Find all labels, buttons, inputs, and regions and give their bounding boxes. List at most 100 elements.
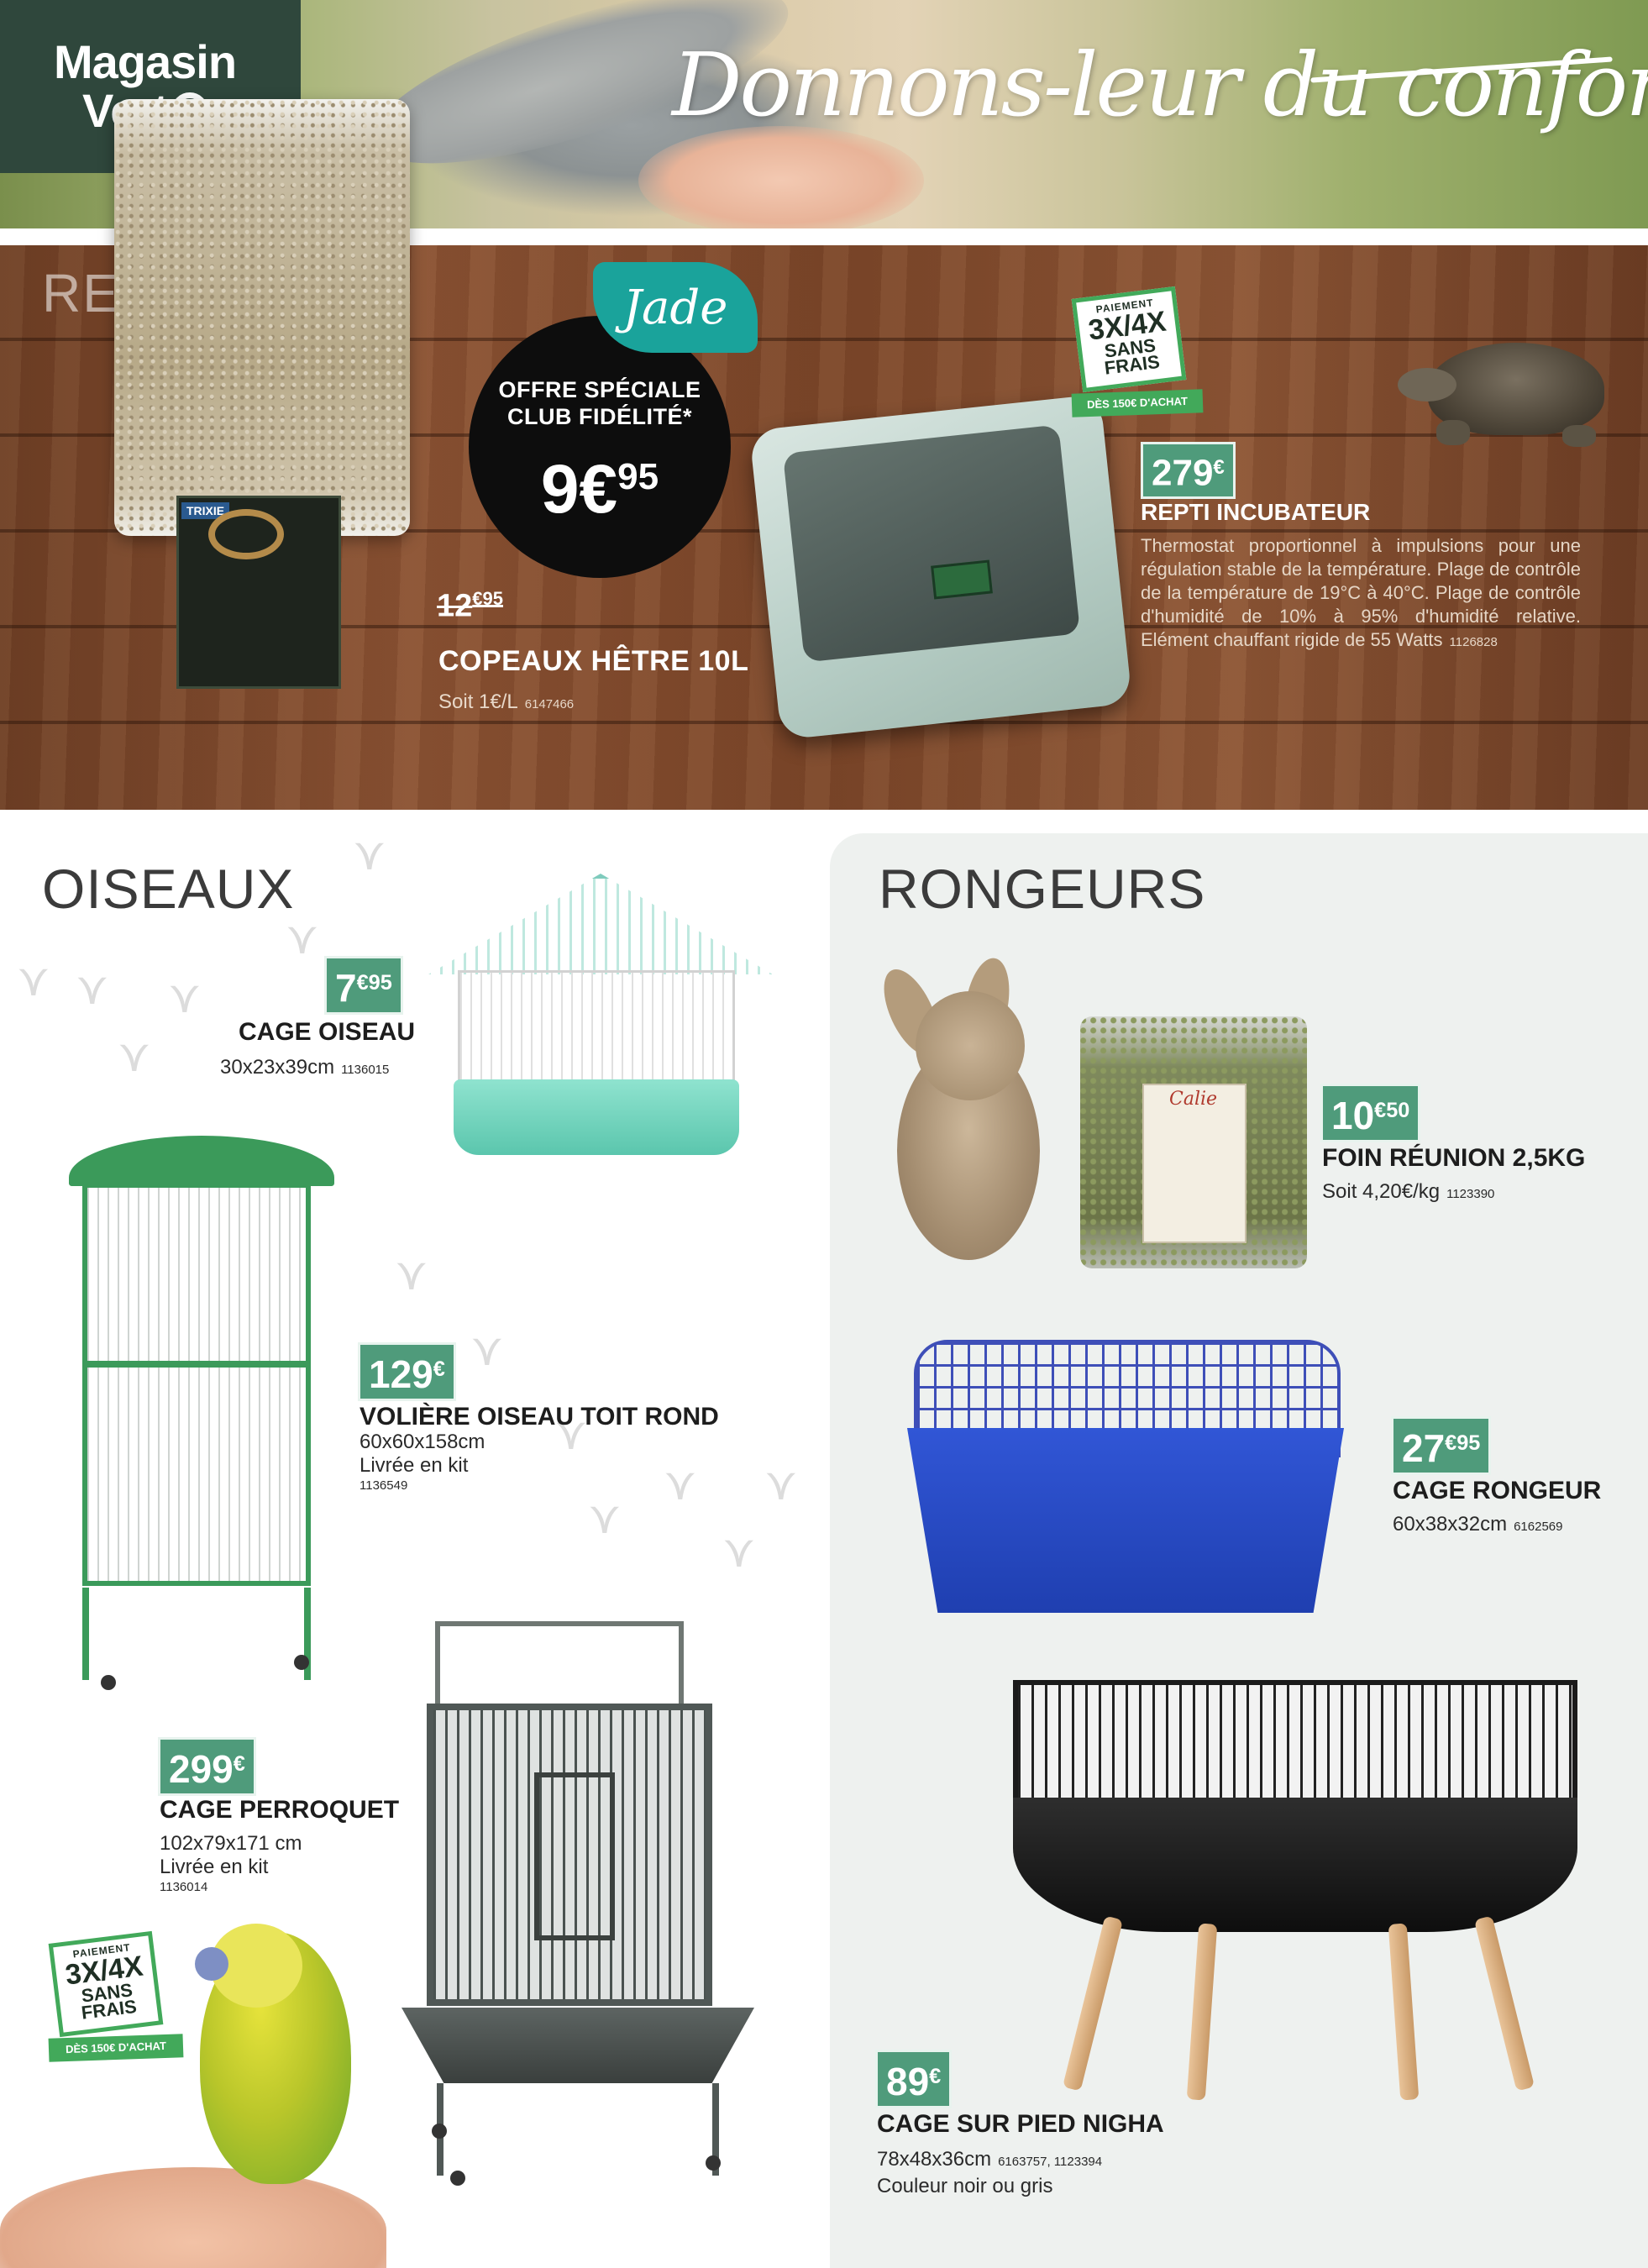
incubator-price-tag: 279€ [1141, 442, 1236, 500]
cage-rongeur-dims-text: 60x38x32cm [1393, 1513, 1508, 1536]
header-tagline: Donnons-leur du confort [672, 34, 1648, 136]
voliere-price-int: 129 [369, 1352, 433, 1396]
bird-footprint-icon: ⋎ [764, 1459, 798, 1509]
perroquet-name[interactable]: CAGE PERROQUET [160, 1796, 399, 1824]
nigha-ref: 6163757, 1123394 [998, 2155, 1103, 2169]
incubator-price-int: 279 [1152, 452, 1214, 494]
old-price-int: 12 [437, 588, 473, 624]
cage-rongeur-price-int: 27 [1402, 1425, 1446, 1470]
payment-badge-footer: DÈS 150€ D'ACHAT [1071, 389, 1204, 417]
perroquet-price-int: 299 [169, 1746, 234, 1791]
leaflet-page: Magasin Vert Donnons-leur du confort REP… [0, 0, 1648, 2268]
rongeurs-title: RONGEURS [879, 858, 1206, 920]
bird-footprint-icon: ⋎ [470, 1325, 504, 1375]
hand-photo [0, 2167, 386, 2268]
bird-footprint-icon: ⋎ [76, 963, 109, 1014]
incubator-lid [782, 424, 1081, 663]
wheel-icon [706, 2155, 721, 2171]
cage-oiseau-image [458, 970, 735, 1096]
turtle-leg [1436, 420, 1470, 445]
cage-rongeur-image [907, 1428, 1344, 1613]
offer-price-dec: 95 [617, 456, 659, 497]
nigha-dims-text: 78x48x36cm [877, 2148, 992, 2171]
offer-price: 9€95 [469, 442, 731, 525]
cage-oiseau-base [454, 1079, 739, 1155]
cage-oiseau-price-int: 7 [335, 965, 357, 1010]
turtle-head [1398, 368, 1456, 402]
cage-oiseau-price-sup: €95 [356, 971, 392, 995]
foin-unit-price: Soit 4,20€/kg 1123390 [1322, 1179, 1494, 1207]
snake-illustration [208, 509, 284, 559]
bird-footprint-icon: ⋎ [353, 829, 386, 879]
perroquet-ref: 1136014 [160, 1880, 208, 1894]
old-price-dec: €95 [472, 588, 503, 609]
payment-badge-footer: DÈS 150€ D'ACHAT [48, 2034, 184, 2062]
foin-price-sup: €50 [1374, 1099, 1410, 1122]
bird-footprint-icon: ⋎ [395, 1249, 428, 1299]
voliere-ref: 1136549 [360, 1478, 408, 1493]
bird-footprint-icon: ⋎ [286, 913, 319, 963]
bird-footprint-icon: ⋎ [588, 1493, 622, 1543]
voliere-kit: Livrée en kit [360, 1454, 469, 1477]
offer-price-int: 9€ [540, 451, 618, 528]
incubator-price-sup: € [1213, 456, 1225, 479]
nigha-dims: 78x48x36cm 6163757, 1123394 [877, 2147, 1102, 2175]
incubator-description: Thermostat proportionnel à impulsions po… [1141, 534, 1581, 654]
cage-oiseau-roof [428, 874, 773, 974]
voliere-divider [82, 1361, 311, 1368]
copeaux-product-name[interactable]: COPEAUX HÊTRE 10L [438, 645, 748, 678]
voliere-roof [69, 1136, 334, 1186]
wheel-icon [450, 2171, 465, 2186]
copeaux-unit-price-text: Soit 1€/L [438, 690, 518, 713]
offer-title-line2: CLUB FIDÉLITÉ* [507, 404, 692, 429]
jade-club-badge: Jade [593, 262, 758, 353]
foin-price-tag: 10€50 [1320, 1084, 1421, 1142]
nigha-name[interactable]: CAGE SUR PIED NIGHA [877, 2110, 1164, 2139]
voliere-image [82, 1183, 311, 1586]
nigha-color: Couleur noir ou gris [877, 2175, 1053, 2197]
cage-oiseau-price-tag: 7€95 [324, 956, 403, 1015]
payment-badge-oiseaux: PAIEMENT 3X/4X SANS FRAIS [48, 1930, 164, 2038]
foin-name[interactable]: FOIN RÉUNION 2,5KG [1322, 1144, 1585, 1173]
wheel-icon [294, 1655, 309, 1670]
incubator-ref: 1126828 [1449, 635, 1498, 649]
club-offer-circle: OFFRE SPÉCIALE CLUB FIDÉLITÉ* 9€95 [469, 316, 731, 578]
copeaux-bag-image [114, 99, 410, 536]
foin-ref: 1123390 [1446, 1187, 1495, 1201]
cage-rongeur-ref: 6162569 [1514, 1520, 1563, 1534]
bird-footprint-icon: ⋎ [168, 972, 202, 1022]
foin-unit-price-text: Soit 4,20€/kg [1322, 1180, 1441, 1203]
incubator-thermostat [931, 559, 993, 600]
cage-rongeur-name[interactable]: CAGE RONGEUR [1393, 1477, 1601, 1505]
perroquet-cage-legs [437, 2083, 719, 2176]
foin-price-int: 10 [1331, 1093, 1375, 1137]
jade-label: Jade [622, 280, 728, 335]
oiseaux-title: OISEAUX [42, 858, 295, 920]
nigha-cage-tray [1013, 1798, 1577, 1932]
hand-photo [638, 126, 924, 228]
voliere-price-sup: € [433, 1357, 445, 1381]
voliere-price-tag: 129€ [358, 1342, 456, 1401]
nigha-price-int: 89 [886, 2059, 930, 2103]
offer-title-line1: OFFRE SPÉCIALE [498, 377, 701, 402]
cage-rongeur-dims: 60x38x32cm 6162569 [1393, 1512, 1562, 1540]
bird-footprint-icon: ⋎ [722, 1526, 756, 1577]
perroquet-price-sup: € [233, 1752, 245, 1776]
copeaux-old-price: 12€95 [437, 588, 503, 625]
cage-rongeur-price-tag: 27€95 [1391, 1416, 1492, 1475]
cage-oiseau-dims: 30x23x39cm 1136015 [220, 1055, 389, 1083]
incubator-description-text: Thermostat proportionnel à impulsions po… [1141, 535, 1581, 650]
logo-word-magasin: Magasin [54, 35, 237, 88]
voliere-name[interactable]: VOLIÈRE OISEAU TOIT ROND [360, 1403, 719, 1431]
cage-oiseau-ref: 1136015 [341, 1063, 390, 1077]
nigha-cage-image [1013, 1680, 1577, 1806]
incubator-product-name[interactable]: REPTI INCUBATEUR [1141, 499, 1370, 526]
parakeet-cere [195, 1947, 228, 1981]
cage-oiseau-name[interactable]: CAGE OISEAU [239, 1018, 415, 1047]
nigha-price-tag: 89€ [875, 2050, 953, 2108]
bird-footprint-icon: ⋎ [17, 955, 50, 1005]
cage-oiseau-dims-text: 30x23x39cm [220, 1056, 335, 1079]
bird-footprint-icon: ⋎ [664, 1459, 697, 1509]
wheel-icon [101, 1675, 116, 1690]
perroquet-dims: 102x79x171 cm [160, 1832, 302, 1855]
